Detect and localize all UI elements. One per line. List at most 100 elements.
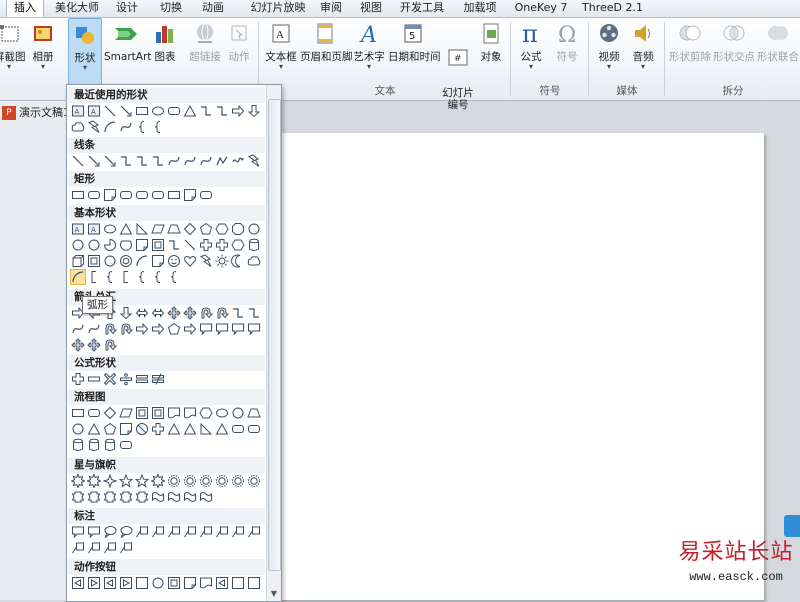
lcallout-shape-icon[interactable]	[151, 525, 165, 539]
cloud-shape-icon[interactable]	[247, 254, 261, 268]
tab-threed[interactable]: ThreeD 2.1	[582, 0, 643, 17]
lcallout-shape-icon[interactable]	[215, 525, 229, 539]
object-button[interactable]: 对象	[478, 22, 504, 63]
callout-shape-icon[interactable]	[71, 525, 85, 539]
ellipse-shape-icon[interactable]	[215, 406, 229, 420]
elbow-shape-icon[interactable]	[199, 104, 213, 118]
rarrow-shape-icon[interactable]	[231, 104, 245, 118]
shape-union-button[interactable]: 形状联合	[756, 22, 800, 63]
actbtn2-shape-icon[interactable]	[215, 576, 229, 590]
document-tab[interactable]: P 演示文稿1	[0, 104, 70, 122]
callout-shape-icon[interactable]	[231, 322, 245, 336]
rect-shape-icon[interactable]	[135, 104, 149, 118]
rtri-shape-icon[interactable]	[199, 422, 213, 436]
callout-shape-icon[interactable]	[199, 322, 213, 336]
elbow-shape-icon[interactable]	[167, 238, 181, 252]
tab-insert[interactable]: 插入	[6, 0, 44, 17]
seal-shape-icon[interactable]	[183, 474, 197, 488]
tab-animations[interactable]: 动画	[198, 0, 228, 17]
frame-shape-icon[interactable]	[167, 576, 181, 590]
rrect-shape-icon[interactable]	[87, 406, 101, 420]
wave-shape-icon[interactable]	[183, 490, 197, 504]
equation-button[interactable]: π 公式 ▾	[516, 20, 546, 71]
elbow-shape-icon[interactable]	[215, 104, 229, 118]
starburst-shape-icon[interactable]	[87, 474, 101, 488]
brace-shape-icon[interactable]	[151, 270, 165, 284]
circle-shape-icon[interactable]	[151, 576, 165, 590]
doc-shape-icon[interactable]	[167, 406, 181, 420]
lcallout-shape-icon[interactable]	[199, 525, 213, 539]
rrect-shape-icon[interactable]	[135, 188, 149, 202]
actblank-shape-icon[interactable]	[247, 576, 261, 590]
bracket-shape-icon[interactable]	[119, 270, 133, 284]
actblank-shape-icon[interactable]	[231, 576, 245, 590]
tab-addins[interactable]: 加载项	[460, 0, 500, 17]
tri-shape-icon[interactable]	[119, 222, 133, 236]
lcallout-shape-icon[interactable]	[119, 541, 133, 555]
para-shape-icon[interactable]	[119, 406, 133, 420]
actbtn2-shape-icon[interactable]	[71, 576, 85, 590]
tab-onekey[interactable]: OneKey 7	[512, 0, 570, 17]
bracket-shape-icon[interactable]	[87, 270, 101, 284]
uturn-shape-icon[interactable]	[103, 338, 117, 352]
lightning-shape-icon[interactable]	[247, 154, 261, 168]
elbow-shape-icon[interactable]	[151, 154, 165, 168]
curve-shape-icon[interactable]	[71, 322, 85, 336]
tab-slide-show[interactable]: 幻灯片放映	[244, 0, 312, 17]
date-time-button[interactable]: 5 日期和时间	[388, 22, 441, 63]
line-shape-icon[interactable]	[183, 238, 197, 252]
lcallout-shape-icon[interactable]	[103, 541, 117, 555]
rrect-shape-icon[interactable]	[231, 422, 245, 436]
rarrow-shape-icon[interactable]	[135, 322, 149, 336]
tab-review[interactable]: 审阅	[316, 0, 346, 17]
quad-shape-icon[interactable]	[71, 338, 85, 352]
tri-shape-icon[interactable]	[183, 104, 197, 118]
arrow-shape-icon[interactable]	[103, 154, 117, 168]
rarrow-shape-icon[interactable]	[183, 322, 197, 336]
elbow-shape-icon[interactable]	[119, 154, 133, 168]
curve-shape-icon[interactable]	[199, 154, 213, 168]
textbox-button[interactable]: A 文本框 ▾	[264, 22, 298, 71]
plus-shape-icon[interactable]	[71, 372, 85, 386]
rrect-shape-icon[interactable]	[119, 188, 133, 202]
shapes-gallery-scrollbar[interactable]: ▼	[266, 85, 281, 601]
elbow-shape-icon[interactable]	[135, 154, 149, 168]
frame-shape-icon[interactable]	[151, 238, 165, 252]
curve-shape-icon[interactable]	[87, 322, 101, 336]
equal-shape-icon[interactable]	[135, 372, 149, 386]
uturn-shape-icon[interactable]	[103, 322, 117, 336]
brace-shape-icon[interactable]	[135, 270, 149, 284]
arc-shape-icon-hovered[interactable]	[70, 269, 86, 285]
line-shape-icon[interactable]	[71, 154, 85, 168]
scribble-shape-icon[interactable]	[231, 154, 245, 168]
tri-shape-icon[interactable]	[87, 422, 101, 436]
plus-shape-icon[interactable]	[199, 238, 213, 252]
star4-shape-icon[interactable]	[103, 474, 117, 488]
smartart-button[interactable]: SmartArt	[104, 22, 151, 63]
lrarrow-shape-icon[interactable]	[151, 306, 165, 320]
arc-shape-icon[interactable]	[103, 120, 117, 134]
uturn-shape-icon[interactable]	[215, 306, 229, 320]
screenshot-button[interactable]: 屏截图 ▾	[0, 22, 26, 71]
lcallout-shape-icon[interactable]	[135, 525, 149, 539]
textbox-shape-icon[interactable]: A	[71, 104, 85, 118]
darrow-shape-icon[interactable]	[119, 306, 133, 320]
frame-shape-icon[interactable]	[135, 406, 149, 420]
minus-shape-icon[interactable]	[87, 372, 101, 386]
tri-shape-icon[interactable]	[183, 422, 197, 436]
vtextbox-shape-icon[interactable]: A	[87, 222, 101, 236]
smile-shape-icon[interactable]	[167, 254, 181, 268]
darrow-shape-icon[interactable]	[247, 104, 261, 118]
trap-shape-icon[interactable]	[247, 406, 261, 420]
diamond-shape-icon[interactable]	[183, 222, 197, 236]
seal-shape-icon[interactable]	[215, 474, 229, 488]
brace-shape-icon[interactable]	[135, 120, 149, 134]
doc-shape-icon[interactable]	[199, 576, 213, 590]
lcallout-shape-icon[interactable]	[247, 525, 261, 539]
arrow-shape-icon[interactable]	[119, 104, 133, 118]
action-button[interactable]: 动作	[224, 22, 254, 63]
shapes-button[interactable]: 形状 ▾	[68, 18, 102, 86]
star5-shape-icon[interactable]	[135, 474, 149, 488]
pie-shape-icon[interactable]	[103, 238, 117, 252]
rect-shape-icon[interactable]	[167, 188, 181, 202]
